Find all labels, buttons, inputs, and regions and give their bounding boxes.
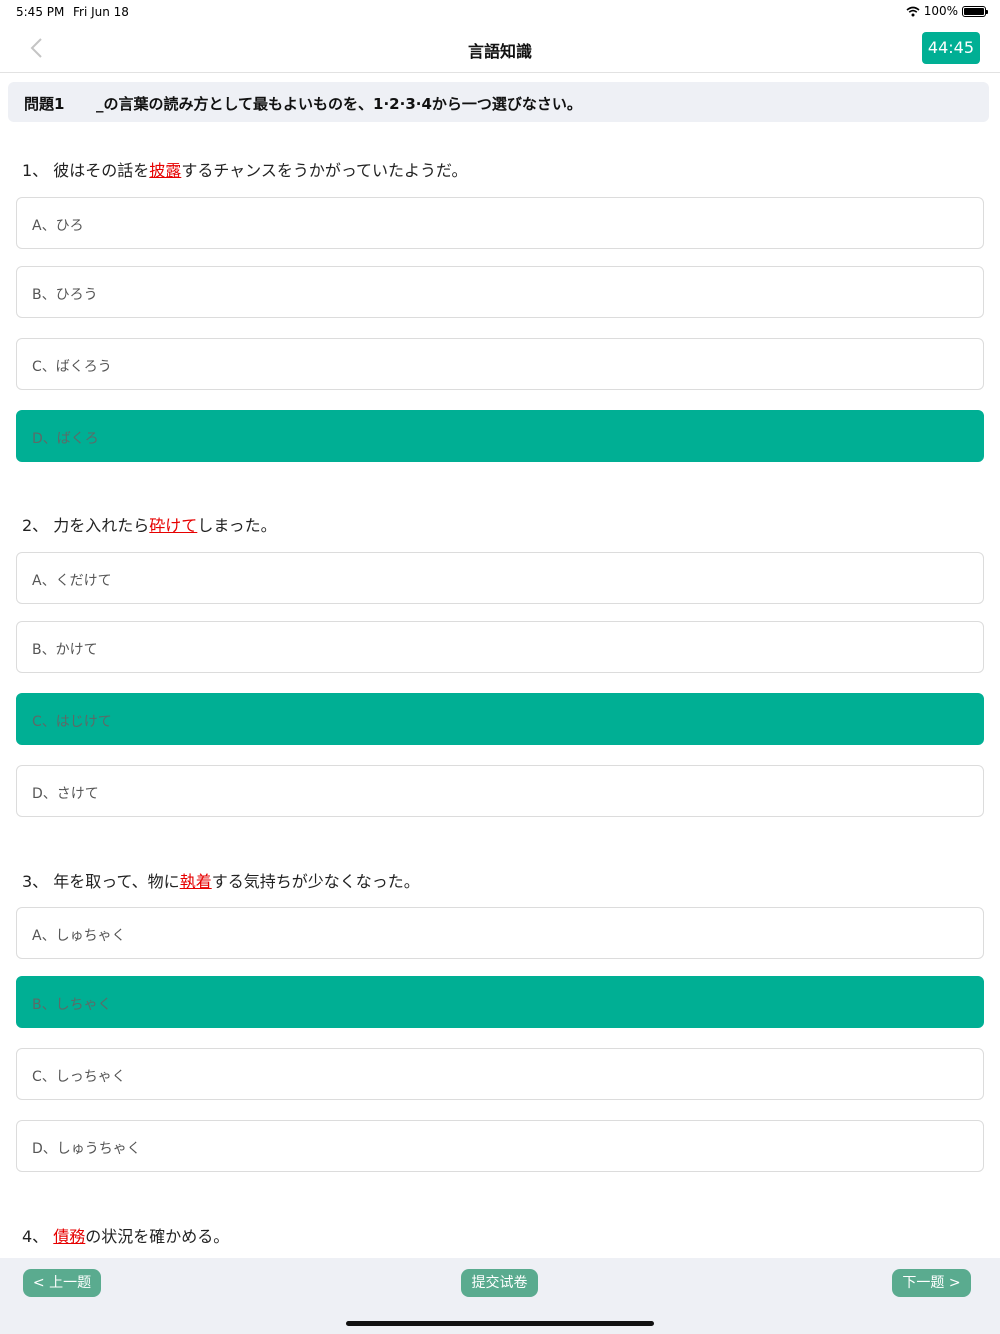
question-number: 2、 [22,516,49,535]
prev-question-button[interactable]: < 上一题 [23,1269,101,1297]
question-number: 3、 [22,872,49,891]
option-label: C、はじけて [32,714,112,730]
countdown-timer: 44:45 [921,32,980,64]
option-label: D、しゅうちゃく [32,1141,141,1157]
question-before: 彼はその話を [53,161,150,180]
question-highlight: 披露 [149,161,182,180]
instruction-header: 問題1 _の言葉の読み方として最もよいものを、1·2·3·4から一つ選びなさい。 [8,82,989,122]
battery-percent: 100% [923,4,958,18]
question-highlight: 砕けて [149,516,198,535]
nav-bar: 言語知識 44:45 [0,24,1000,73]
status-right: 100% [906,4,988,18]
submit-exam-button[interactable]: 提交试卷 [461,1269,538,1297]
status-time: 5:45 PM [16,5,65,19]
instruction-label: 問題1 [24,95,65,113]
question-text: 1、 彼はその話を披露するチャンスをうかがっていたようだ。 [22,157,468,181]
option-c[interactable]: C、しっちゃく [16,1048,984,1100]
home-indicator [346,1321,654,1326]
question-text: 2、 力を入れたら砕けてしまった。 [22,512,277,536]
option-label: C、ばくろう [32,359,112,375]
question-after: するチャンスをうかがっていたようだ。 [181,161,468,180]
question-number: 1、 [22,161,49,180]
option-label: A、くだけて [32,573,112,589]
question-text: 3、 年を取って、物に執着する気持ちが少なくなった。 [22,868,420,892]
next-question-button[interactable]: 下一题 > [892,1269,971,1297]
option-label: D、さけて [32,786,99,802]
question-highlight: 執着 [179,872,212,891]
status-bar: 5:45 PM Fri Jun 18 100% [0,0,1000,24]
wifi-icon [906,6,920,16]
option-b[interactable]: B、しちゃく [16,976,984,1028]
option-a[interactable]: A、しゅちゃく [16,907,984,959]
option-a[interactable]: A、くだけて [16,552,984,604]
option-d[interactable]: D、さけて [16,765,984,817]
option-label: D、ばくろ [32,431,99,447]
battery-icon [962,5,988,17]
option-c[interactable]: C、ばくろう [16,338,984,390]
option-b[interactable]: B、かけて [16,621,984,673]
question-text: 4、 債務の状況を確かめる。 [22,1223,229,1247]
question-before: 力を入れたら [53,516,150,535]
option-label: B、かけて [32,642,98,658]
option-label: B、ひろう [32,287,98,303]
question-before: 年を取って、物に [53,872,180,891]
option-label: C、しっちゃく [32,1069,126,1085]
question-after: しまった。 [197,516,277,535]
bottom-toolbar: < 上一题 提交试卷 下一题 > [0,1258,1000,1334]
option-label: A、しゅちゃく [32,928,126,944]
option-b[interactable]: B、ひろう [16,266,984,318]
option-d[interactable]: D、ばくろ [16,410,984,462]
question-number: 4、 [22,1227,49,1246]
option-a[interactable]: A、ひろ [16,197,984,249]
question-after: の状況を確かめる。 [85,1227,230,1246]
option-d[interactable]: D、しゅうちゃく [16,1120,984,1172]
option-c[interactable]: C、はじけて [16,693,984,745]
instruction-text: _の言葉の読み方として最もよいものを、1·2·3·4から一つ選びなさい。 [96,95,582,113]
option-label: A、ひろ [32,218,84,234]
question-highlight: 債務 [53,1227,86,1246]
question-after: する気持ちが少なくなった。 [211,872,420,891]
page-title: 言語知識 [467,42,532,61]
option-label: B、しちゃく [32,997,112,1013]
status-date: Fri Jun 18 [73,5,129,19]
